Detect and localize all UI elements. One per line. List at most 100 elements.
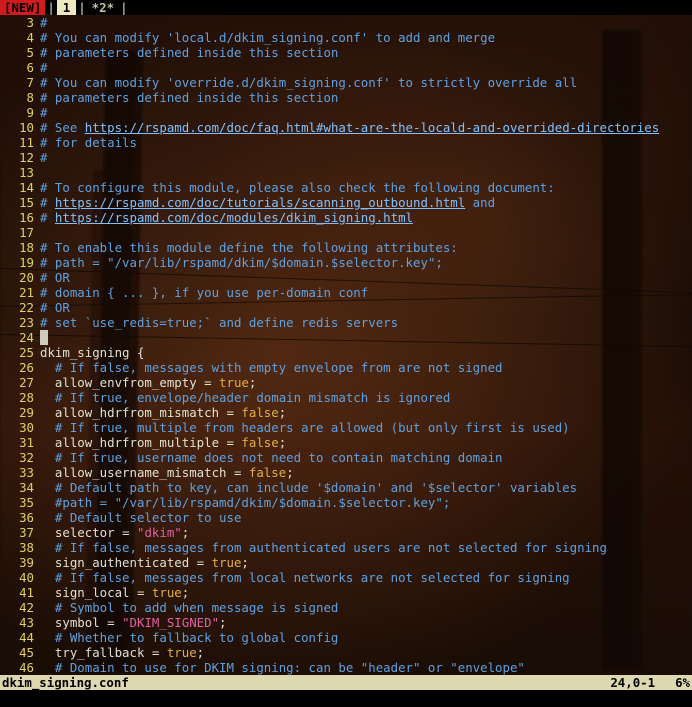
code-line[interactable]: 18# To enable this module define the fol… bbox=[0, 240, 692, 255]
line-number: 27 bbox=[0, 375, 40, 390]
code-line[interactable]: 41 sign_local = true; bbox=[0, 585, 692, 600]
code-text[interactable]: # set `use_redis=true;` and define redis… bbox=[40, 315, 692, 330]
code-line[interactable]: 11# for details bbox=[0, 135, 692, 150]
code-line[interactable]: 31 allow_hdrfrom_multiple = false; bbox=[0, 435, 692, 450]
code-line[interactable]: 40 # If false, messages from local netwo… bbox=[0, 570, 692, 585]
code-line[interactable]: 44 # Whether to fallback to global confi… bbox=[0, 630, 692, 645]
code-line[interactable]: 9# bbox=[0, 105, 692, 120]
code-text[interactable]: # Domain to use for DKIM signing: can be… bbox=[40, 660, 692, 675]
code-text[interactable]: # If true, username does not need to con… bbox=[40, 450, 692, 465]
code-text[interactable]: # See https://rspamd.com/doc/faq.html#wh… bbox=[40, 120, 692, 135]
code-line[interactable]: 14# To configure this module, please als… bbox=[0, 180, 692, 195]
code-line[interactable]: 28 # If true, envelope/header domain mis… bbox=[0, 390, 692, 405]
code-line[interactable]: 24 bbox=[0, 330, 692, 345]
code-text[interactable]: # bbox=[40, 150, 692, 165]
tab-1[interactable]: 1 bbox=[57, 0, 76, 15]
code-line[interactable]: 37 selector = "dkim"; bbox=[0, 525, 692, 540]
code-line[interactable]: 12# bbox=[0, 150, 692, 165]
code-text[interactable]: # Default path to key, can include '$dom… bbox=[40, 480, 692, 495]
code-text[interactable]: # parameters defined inside this section bbox=[40, 90, 692, 105]
code-text[interactable]: # If false, messages from local networks… bbox=[40, 570, 692, 585]
status-percent: 6% bbox=[675, 675, 692, 690]
code-text[interactable]: # domain { ... }, if you use per-domain … bbox=[40, 285, 692, 300]
code-line[interactable]: 6# bbox=[0, 60, 692, 75]
code-text[interactable] bbox=[40, 330, 692, 345]
code-text[interactable]: # bbox=[40, 15, 692, 30]
code-line[interactable]: 38 # If false, messages from authenticat… bbox=[0, 540, 692, 555]
token-kw: false bbox=[241, 405, 278, 420]
code-text[interactable]: dkim_signing { bbox=[40, 345, 692, 360]
code-line[interactable]: 33 allow_username_mismatch = false; bbox=[0, 465, 692, 480]
code-line[interactable]: 39 sign_authenticated = true; bbox=[0, 555, 692, 570]
code-line[interactable]: 27 allow_envfrom_empty = true; bbox=[0, 375, 692, 390]
tab-bar: [NEW] | 1 | *2* | bbox=[0, 0, 692, 15]
tab-2[interactable]: *2* bbox=[88, 0, 118, 15]
code-text[interactable]: # If false, messages from authenticated … bbox=[40, 540, 692, 555]
code-text[interactable] bbox=[40, 225, 692, 240]
code-text[interactable]: #path = "/var/lib/rspamd/dkim/$domain.$s… bbox=[40, 495, 692, 510]
code-text[interactable]: # OR bbox=[40, 270, 692, 285]
code-line[interactable]: 13 bbox=[0, 165, 692, 180]
code-text[interactable]: # path = "/var/lib/rspamd/dkim/$domain.$… bbox=[40, 255, 692, 270]
code-line[interactable]: 22# OR bbox=[0, 300, 692, 315]
code-line[interactable]: 30 # If true, multiple from headers are … bbox=[0, 420, 692, 435]
code-text[interactable]: allow_hdrfrom_multiple = false; bbox=[40, 435, 692, 450]
code-text[interactable]: # for details bbox=[40, 135, 692, 150]
code-line[interactable]: 15# https://rspamd.com/doc/tutorials/sca… bbox=[0, 195, 692, 210]
code-text[interactable] bbox=[40, 165, 692, 180]
code-line[interactable]: 10# See https://rspamd.com/doc/faq.html#… bbox=[0, 120, 692, 135]
code-text[interactable]: # Whether to fallback to global config bbox=[40, 630, 692, 645]
code-text[interactable]: sign_local = true; bbox=[40, 585, 692, 600]
code-text[interactable]: # parameters defined inside this section bbox=[40, 45, 692, 60]
code-line[interactable]: 8# parameters defined inside this sectio… bbox=[0, 90, 692, 105]
code-text[interactable]: # https://rspamd.com/doc/tutorials/scann… bbox=[40, 195, 692, 210]
code-line[interactable]: 17 bbox=[0, 225, 692, 240]
code-line[interactable]: 43 symbol = "DKIM_SIGNED"; bbox=[0, 615, 692, 630]
code-text[interactable]: # Symbol to add when message is signed bbox=[40, 600, 692, 615]
code-text[interactable]: # If false, messages with empty envelope… bbox=[40, 360, 692, 375]
code-text[interactable]: sign_authenticated = true; bbox=[40, 555, 692, 570]
code-line[interactable]: 26 # If false, messages with empty envel… bbox=[0, 360, 692, 375]
code-text[interactable]: # You can modify 'local.d/dkim_signing.c… bbox=[40, 30, 692, 45]
code-line[interactable]: 45 try_fallback = true; bbox=[0, 645, 692, 660]
code-line[interactable]: 32 # If true, username does not need to … bbox=[0, 450, 692, 465]
code-text[interactable]: allow_envfrom_empty = true; bbox=[40, 375, 692, 390]
code-line[interactable]: 5# parameters defined inside this sectio… bbox=[0, 45, 692, 60]
code-line[interactable]: 23# set `use_redis=true;` and define red… bbox=[0, 315, 692, 330]
code-line[interactable]: 19# path = "/var/lib/rspamd/dkim/$domain… bbox=[0, 255, 692, 270]
code-line[interactable]: 46 # Domain to use for DKIM signing: can… bbox=[0, 660, 692, 675]
code-text[interactable]: # bbox=[40, 105, 692, 120]
code-text[interactable]: # To configure this module, please also … bbox=[40, 180, 692, 195]
code-text[interactable]: # To enable this module define the follo… bbox=[40, 240, 692, 255]
token-op: = bbox=[204, 375, 219, 390]
code-text[interactable]: # Default selector to use bbox=[40, 510, 692, 525]
editor-viewport[interactable]: 3#4# You can modify 'local.d/dkim_signin… bbox=[0, 15, 692, 675]
code-text[interactable]: # If true, envelope/header domain mismat… bbox=[40, 390, 692, 405]
code-text[interactable]: symbol = "DKIM_SIGNED"; bbox=[40, 615, 692, 630]
code-line[interactable]: 36 # Default selector to use bbox=[0, 510, 692, 525]
code-text[interactable]: allow_username_mismatch = false; bbox=[40, 465, 692, 480]
code-line[interactable]: 25dkim_signing { bbox=[0, 345, 692, 360]
code-line[interactable]: 34 # Default path to key, can include '$… bbox=[0, 480, 692, 495]
code-text[interactable]: allow_hdrfrom_mismatch = false; bbox=[40, 405, 692, 420]
code-text[interactable]: try_fallback = true; bbox=[40, 645, 692, 660]
code-text[interactable]: # OR bbox=[40, 300, 692, 315]
code-line[interactable]: 29 allow_hdrfrom_mismatch = false; bbox=[0, 405, 692, 420]
code-text[interactable]: # bbox=[40, 60, 692, 75]
code-line[interactable]: 7# You can modify 'override.d/dkim_signi… bbox=[0, 75, 692, 90]
code-text[interactable]: # You can modify 'override.d/dkim_signin… bbox=[40, 75, 692, 90]
code-line[interactable]: 16# https://rspamd.com/doc/modules/dkim_… bbox=[0, 210, 692, 225]
line-number: 37 bbox=[0, 525, 40, 540]
code-line[interactable]: 4# You can modify 'local.d/dkim_signing.… bbox=[0, 30, 692, 45]
code-line[interactable]: 42 # Symbol to add when message is signe… bbox=[0, 600, 692, 615]
line-number: 22 bbox=[0, 300, 40, 315]
code-text[interactable]: # https://rspamd.com/doc/modules/dkim_si… bbox=[40, 210, 692, 225]
code-text[interactable]: selector = "dkim"; bbox=[40, 525, 692, 540]
command-line[interactable] bbox=[0, 690, 692, 707]
code-line[interactable]: 3# bbox=[0, 15, 692, 30]
code-line[interactable]: 35 #path = "/var/lib/rspamd/dkim/$domain… bbox=[0, 495, 692, 510]
code-line[interactable]: 20# OR bbox=[0, 270, 692, 285]
code-line[interactable]: 21# domain { ... }, if you use per-domai… bbox=[0, 285, 692, 300]
token-kw: false bbox=[249, 465, 286, 480]
code-text[interactable]: # If true, multiple from headers are all… bbox=[40, 420, 692, 435]
